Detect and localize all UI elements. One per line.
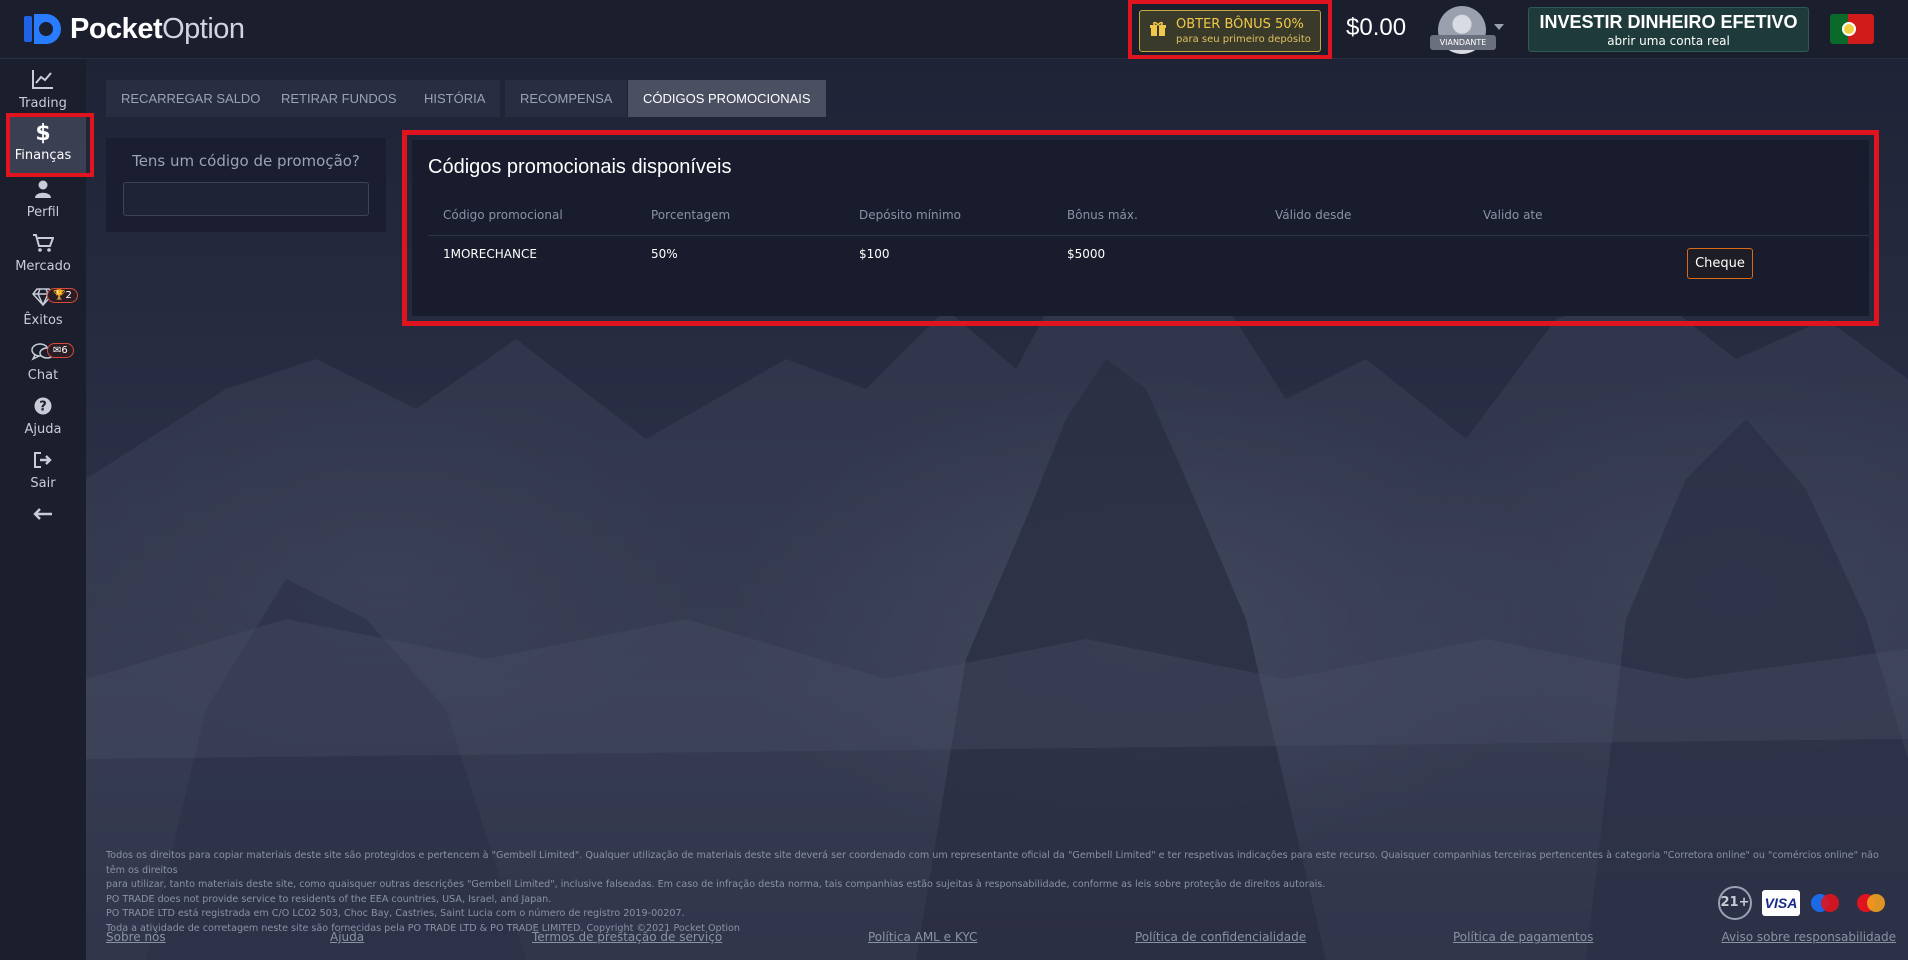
promo-code-input[interactable] bbox=[123, 182, 369, 216]
promo-question: Tens um código de promoção? bbox=[132, 152, 360, 170]
gift-icon bbox=[1150, 21, 1166, 41]
visa-icon: VISA bbox=[1762, 890, 1800, 916]
tab-recarregar-saldo[interactable]: RECARREGAR SALDO bbox=[106, 80, 276, 117]
tab-retirar-fundos[interactable]: RETIRAR FUNDOS bbox=[266, 80, 412, 117]
tab-historia[interactable]: HISTÓRIA bbox=[409, 80, 501, 117]
account-level-badge: VIANDANTE bbox=[1430, 35, 1496, 50]
chat-badge: ✉6 bbox=[47, 343, 74, 358]
footer-link-disclaimer[interactable]: Aviso sobre responsabilidade bbox=[1722, 930, 1897, 944]
portugal-flag-icon[interactable] bbox=[1830, 14, 1874, 44]
column-header: Válido desde bbox=[1275, 208, 1352, 222]
logout-icon bbox=[0, 451, 86, 473]
trophy-icon: 🏆 bbox=[53, 290, 66, 301]
chevron-down-icon[interactable] bbox=[1494, 24, 1504, 30]
column-header: Valido ate bbox=[1483, 208, 1543, 222]
sidebar-item-label: Mercado bbox=[15, 259, 71, 274]
invest-main-text: INVESTIR DINHEIRO EFETIVO bbox=[1539, 12, 1798, 32]
account-balance[interactable]: $0.00 bbox=[1346, 14, 1406, 42]
column-header: Código promocional bbox=[443, 208, 563, 222]
footer-link-about[interactable]: Sobre nós bbox=[106, 930, 166, 944]
sidebar-item-label: Perfil bbox=[26, 205, 60, 220]
promo-percent-value: 50% bbox=[651, 247, 678, 261]
cheque-button[interactable]: Cheque bbox=[1687, 248, 1753, 279]
legal-text: Todos os direitos para copiar materiais … bbox=[106, 849, 1896, 936]
achievements-badge: 🏆2 bbox=[47, 288, 78, 303]
sidebar-item-ajuda[interactable]: ? Ajuda bbox=[0, 397, 86, 437]
footer-links: Sobre nós Ajuda Termos de prestação de s… bbox=[106, 930, 1896, 946]
get-bonus-button[interactable]: OBTER BÔNUS 50% para seu primeiro depósi… bbox=[1139, 10, 1321, 52]
invest-real-money-button[interactable]: INVESTIR DINHEIRO EFETIVO abrir uma cont… bbox=[1528, 7, 1809, 52]
legal-line: PO TRADE LTD está registrada em C/O LC02… bbox=[106, 908, 685, 919]
bonus-sub-text: para seu primeiro depósito bbox=[1176, 34, 1311, 45]
logo[interactable]: PocketOption bbox=[24, 12, 245, 46]
tab-codigos-promocionais[interactable]: CÓDIGOS PROMOCIONAIS bbox=[628, 80, 826, 117]
promo-max-bonus-value: $5000 bbox=[1067, 247, 1106, 261]
footer-link-privacy[interactable]: Política de confidencialidade bbox=[1135, 930, 1306, 944]
legal-line: Todos os direitos para copiar materiais … bbox=[106, 850, 1879, 876]
footer-link-payments[interactable]: Política de pagamentos bbox=[1453, 930, 1593, 944]
footer-link-aml-kyc[interactable]: Política AML e KYC bbox=[868, 930, 977, 944]
column-header: Porcentagem bbox=[651, 208, 731, 222]
sidebar-item-trading[interactable]: Trading bbox=[0, 69, 86, 111]
cart-icon bbox=[0, 234, 86, 256]
logo-bold-text: Pocket bbox=[70, 12, 163, 45]
footer-link-terms[interactable]: Termos de prestação de serviço bbox=[532, 930, 722, 944]
collapse-sidebar-button[interactable] bbox=[0, 508, 86, 527]
tab-recompensa[interactable]: RECOMPENSA bbox=[505, 80, 628, 117]
sidebar-item-exitos[interactable]: Êxitos 🏆2 bbox=[0, 288, 86, 328]
invest-sub-text: abrir uma conta real bbox=[1607, 34, 1730, 48]
age-restriction-icon: 21+ bbox=[1718, 886, 1752, 920]
mastercard-icon bbox=[1854, 892, 1888, 914]
sidebar-item-label: Sair bbox=[30, 476, 56, 491]
user-icon bbox=[0, 180, 86, 202]
arrow-left-icon bbox=[0, 508, 86, 524]
promo-codes-highlight: Códigos promocionais disponíveis Código … bbox=[402, 130, 1879, 326]
pocket-option-logo-icon bbox=[24, 12, 62, 46]
sidebar-item-label: Chat bbox=[27, 368, 59, 383]
maestro-icon bbox=[1808, 892, 1842, 914]
sidebar-item-perfil[interactable]: Perfil bbox=[0, 180, 86, 220]
legal-line: PO TRADE does not provide service to res… bbox=[106, 893, 552, 905]
legal-line: para utilizar, tanto materiais deste sit… bbox=[106, 879, 1326, 890]
promo-min-deposit-value: $100 bbox=[859, 247, 890, 261]
column-header: Depósito mínimo bbox=[859, 208, 962, 222]
sidebar-item-label: Êxitos bbox=[23, 313, 63, 328]
sidebar-item-chat[interactable]: Chat ✉6 bbox=[0, 343, 86, 383]
logo-light-text: Option bbox=[162, 12, 245, 45]
help-icon: ? bbox=[0, 397, 86, 419]
sidebar-item-sair[interactable]: Sair bbox=[0, 451, 86, 491]
promo-code-panel: Tens um código de promoção? bbox=[106, 138, 386, 232]
bonus-main-text: OBTER BÔNUS 50% bbox=[1176, 17, 1304, 32]
sidebar: Trading $ Finanças Perfil Mercado Êxitos… bbox=[0, 59, 94, 960]
sidebar-item-label: Ajuda bbox=[24, 422, 62, 437]
table-divider bbox=[428, 235, 1869, 236]
sidebar-item-mercado[interactable]: Mercado bbox=[0, 234, 86, 274]
active-nav-highlight bbox=[6, 113, 94, 177]
bonus-highlight: OBTER BÔNUS 50% para seu primeiro depósi… bbox=[1128, 0, 1332, 59]
chart-line-icon bbox=[0, 69, 86, 93]
sidebar-item-label: Trading bbox=[19, 96, 67, 111]
footer-link-help[interactable]: Ajuda bbox=[330, 930, 364, 944]
promo-codes-title: Códigos promocionais disponíveis bbox=[428, 156, 732, 178]
top-header: PocketOption OBTER BÔNUS 50% para seu pr… bbox=[0, 0, 1908, 59]
column-header: Bônus máx. bbox=[1067, 208, 1138, 222]
promo-codes-table: Códigos promocionais disponíveis Código … bbox=[412, 140, 1869, 316]
promo-code-value: 1MORECHANCE bbox=[443, 247, 537, 261]
svg-text:?: ? bbox=[39, 400, 47, 415]
